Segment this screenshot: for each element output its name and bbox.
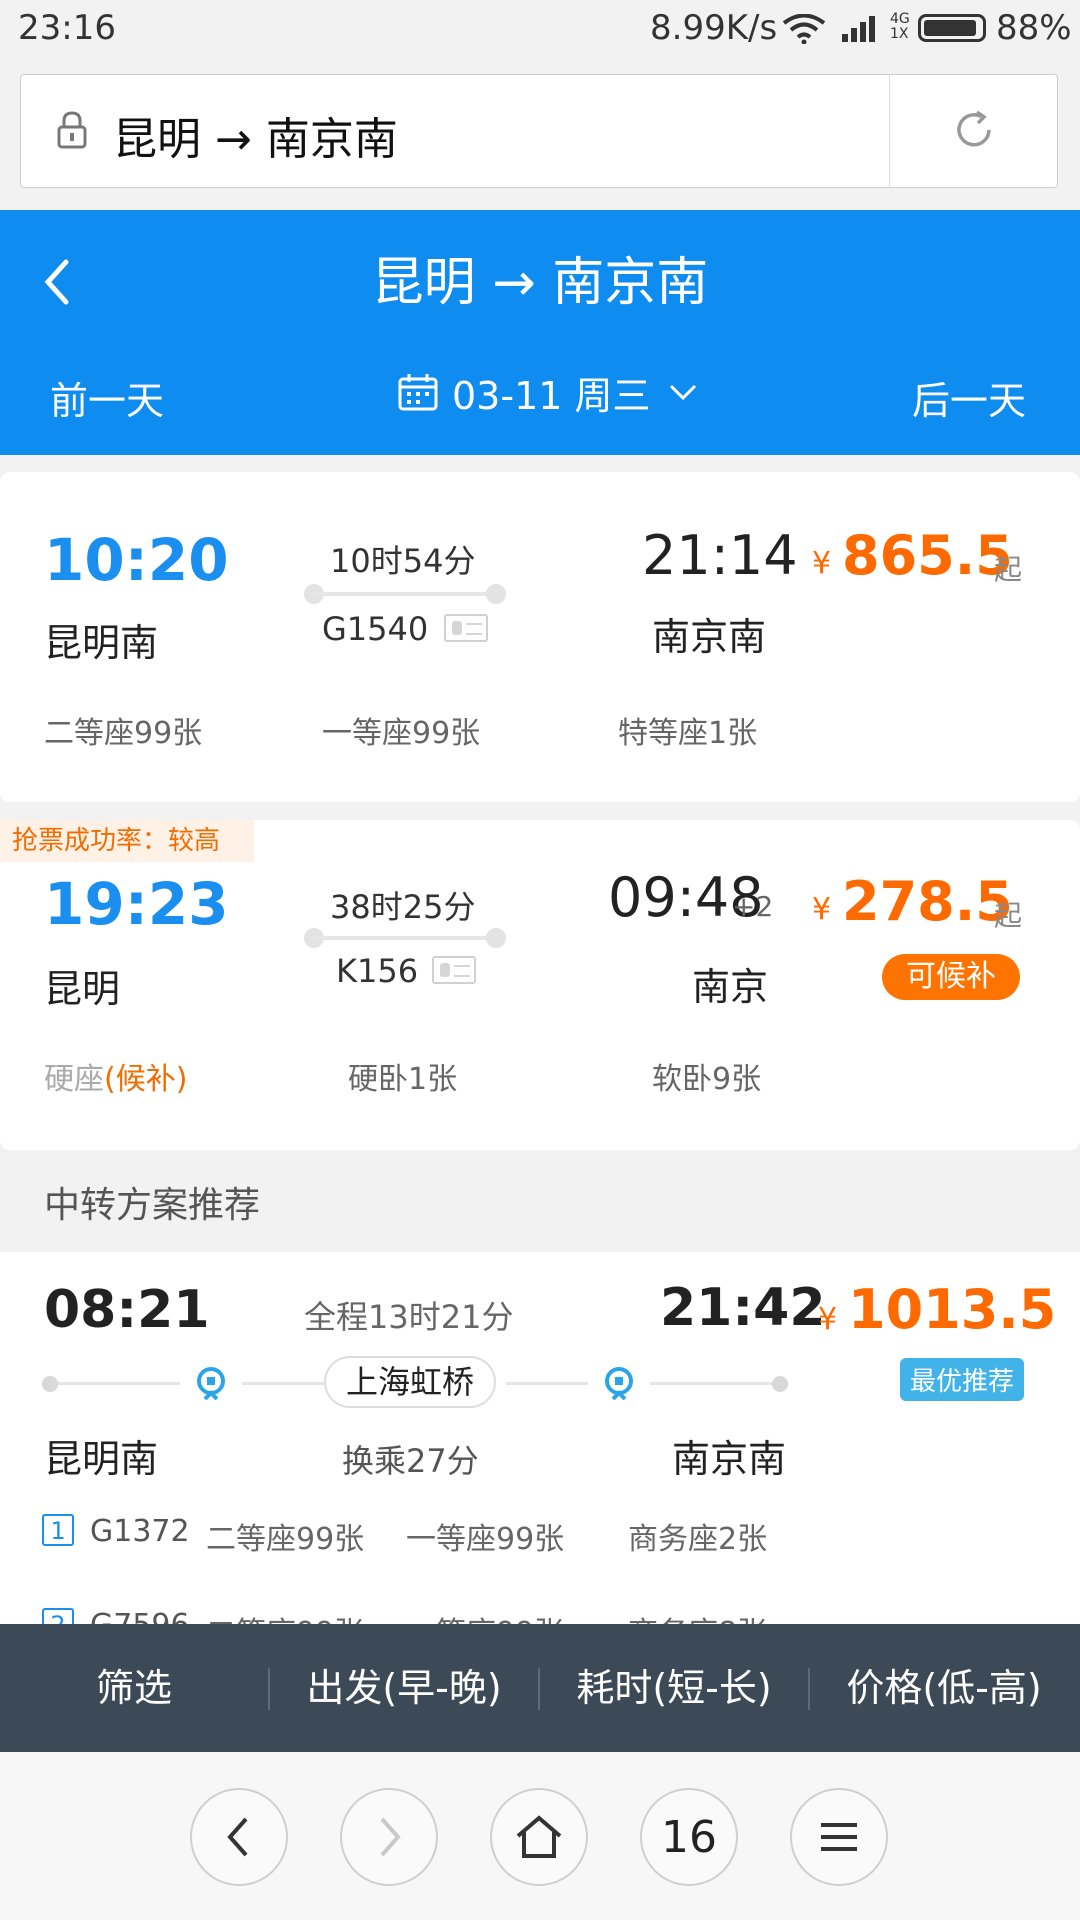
track-line bbox=[314, 936, 498, 940]
best-recommend-badge: 最优推荐 bbox=[900, 1358, 1025, 1401]
network-speed: 8.99K/s bbox=[650, 8, 778, 48]
selected-date[interactable]: 03-11 周三 bbox=[452, 365, 651, 420]
railway-station-icon bbox=[197, 1367, 225, 1400]
address-bar[interactable]: 昆明 → 南京南 bbox=[20, 74, 1058, 188]
route-line bbox=[506, 1382, 588, 1385]
reload-icon[interactable] bbox=[951, 107, 997, 153]
price-symbol: ¥ bbox=[818, 1302, 838, 1337]
transfer-station-pill: 上海虹桥 bbox=[324, 1356, 497, 1408]
arrival-time: 21:42 bbox=[660, 1278, 826, 1338]
filter-button[interactable]: 筛选 bbox=[0, 1624, 268, 1752]
sort-departure-button[interactable]: 出发(早-晚) bbox=[270, 1624, 538, 1752]
transfer-card[interactable]: 08:21 全程13时21分 21:42 ¥ 1013.5 最优推荐 上海虹桥 … bbox=[0, 1252, 1080, 1651]
departure-station: 昆明南 bbox=[44, 1437, 159, 1481]
battery-percent: 88% bbox=[996, 8, 1072, 48]
departure-time: 19:23 bbox=[44, 870, 229, 938]
leg-index: 1 bbox=[42, 1514, 74, 1546]
departure-station: 昆明 bbox=[44, 967, 121, 1011]
arrival-station: 南京南 bbox=[652, 615, 767, 659]
price-symbol: ¥ bbox=[812, 892, 832, 927]
transfer-wait: 换乘27分 bbox=[342, 1442, 479, 1480]
sort-price-button[interactable]: 价格(低-高) bbox=[810, 1624, 1078, 1752]
nav-back-icon bbox=[227, 1817, 248, 1857]
departure-time: 08:21 bbox=[44, 1280, 210, 1340]
track-end-dot bbox=[486, 928, 506, 948]
seat-availability: 商务座2张 bbox=[628, 1522, 768, 1557]
waitlist-tag: (候补) bbox=[104, 1062, 188, 1097]
arrival-day-offset: +2 bbox=[732, 890, 774, 923]
leg-train-number: G1372 bbox=[90, 1514, 190, 1549]
menu-icon bbox=[821, 1823, 857, 1851]
browser-menu-button[interactable] bbox=[790, 1788, 888, 1886]
browser-tabs-button[interactable]: 16 bbox=[640, 1788, 738, 1886]
nav-forward-icon bbox=[380, 1817, 401, 1857]
price-from-label: 起 bbox=[994, 553, 1023, 586]
wifi-icon bbox=[782, 14, 826, 44]
seat-availability: 特等座1张 bbox=[618, 716, 758, 751]
network-type: 4G 1X bbox=[890, 11, 910, 42]
prev-day-button[interactable]: 前一天 bbox=[50, 370, 164, 425]
home-icon bbox=[516, 1815, 562, 1858]
route-start-dot bbox=[42, 1376, 58, 1392]
id-card-icon bbox=[432, 956, 476, 984]
train-number: K156 bbox=[336, 952, 419, 990]
browser-forward-button[interactable] bbox=[340, 1788, 438, 1886]
price-from-label: 起 bbox=[994, 899, 1023, 932]
arrival-station: 南京 bbox=[692, 965, 769, 1009]
sort-duration-button[interactable]: 耗时(短-长) bbox=[540, 1624, 808, 1752]
url-divider bbox=[889, 75, 890, 187]
departure-time: 10:20 bbox=[44, 526, 229, 594]
arrival-time: 21:14 bbox=[642, 524, 798, 587]
tab-count: 16 bbox=[661, 1811, 717, 1863]
seat-availability: 二等座99张 bbox=[206, 1522, 365, 1557]
route-line bbox=[242, 1382, 324, 1385]
train-number: G1540 bbox=[322, 610, 429, 648]
ticket-price: 865.5 bbox=[842, 524, 1013, 587]
waitlist-button[interactable]: 可候补 bbox=[882, 954, 1020, 1000]
arrival-station: 南京南 bbox=[672, 1437, 787, 1481]
transfer-price: 1013.5 bbox=[848, 1278, 1057, 1341]
status-time: 23:16 bbox=[18, 8, 116, 48]
date-picker[interactable]: 03-11 周三 bbox=[398, 368, 697, 418]
section-title: 中转方案推荐 bbox=[44, 1185, 261, 1226]
seat-availability: 软卧9张 bbox=[652, 1062, 762, 1097]
track-end-dot bbox=[486, 584, 506, 604]
browser-navigation-bar: 16 bbox=[0, 1752, 1080, 1920]
departure-station: 昆明南 bbox=[44, 621, 159, 665]
page-title: 昆明 → 南京南 bbox=[371, 253, 709, 313]
route-header: 昆明 → 南京南 前一天 03-11 周三 后一天 bbox=[0, 210, 1080, 455]
ticket-price: 278.5 bbox=[842, 870, 1013, 933]
signal-icon bbox=[842, 16, 875, 42]
status-bar: 23:16 8.99K/s 4G 1X 88% bbox=[0, 0, 1080, 60]
total-duration: 全程13时21分 bbox=[304, 1298, 514, 1336]
route-end-dot bbox=[772, 1376, 788, 1392]
train-card[interactable]: 10:20 昆明南 10时54分 G1540 21:14 南京南 ¥ 865.5… bbox=[0, 472, 1080, 802]
railway-station-icon bbox=[605, 1367, 633, 1400]
seat-availability: 二等座99张 bbox=[44, 716, 203, 751]
success-rate-badge: 抢票成功率：较高 bbox=[0, 820, 254, 862]
battery-icon bbox=[918, 14, 986, 42]
browser-back-button[interactable] bbox=[190, 1788, 288, 1886]
trip-duration: 38时25分 bbox=[330, 888, 476, 926]
route-line bbox=[58, 1382, 180, 1385]
next-day-button[interactable]: 后一天 bbox=[912, 370, 1026, 425]
browser-home-button[interactable] bbox=[490, 1788, 588, 1886]
route-line bbox=[650, 1382, 772, 1385]
seat-availability: 一等座99张 bbox=[322, 716, 481, 751]
lock-icon bbox=[57, 111, 87, 149]
track-line bbox=[314, 592, 498, 596]
url-text[interactable]: 昆明 → 南京南 bbox=[113, 103, 398, 167]
seat-availability: 一等座99张 bbox=[406, 1522, 565, 1557]
calendar-icon bbox=[398, 374, 438, 411]
sort-filter-bar: 筛选 出发(早-晚) 耗时(短-长) 价格(低-高) bbox=[0, 1624, 1080, 1752]
price-symbol: ¥ bbox=[812, 546, 832, 581]
chevron-down-icon bbox=[669, 384, 696, 401]
train-card[interactable]: 19:23 昆明 38时25分 K156 09:48 +2 南京 ¥ 278.5… bbox=[0, 820, 1080, 1150]
seat-type: 硬座 bbox=[44, 1062, 104, 1097]
id-card-icon bbox=[444, 614, 488, 642]
seat-availability: 硬卧1张 bbox=[348, 1062, 458, 1097]
trip-duration: 10时54分 bbox=[330, 542, 476, 580]
seat-availability: 硬座(候补) bbox=[44, 1054, 187, 1098]
